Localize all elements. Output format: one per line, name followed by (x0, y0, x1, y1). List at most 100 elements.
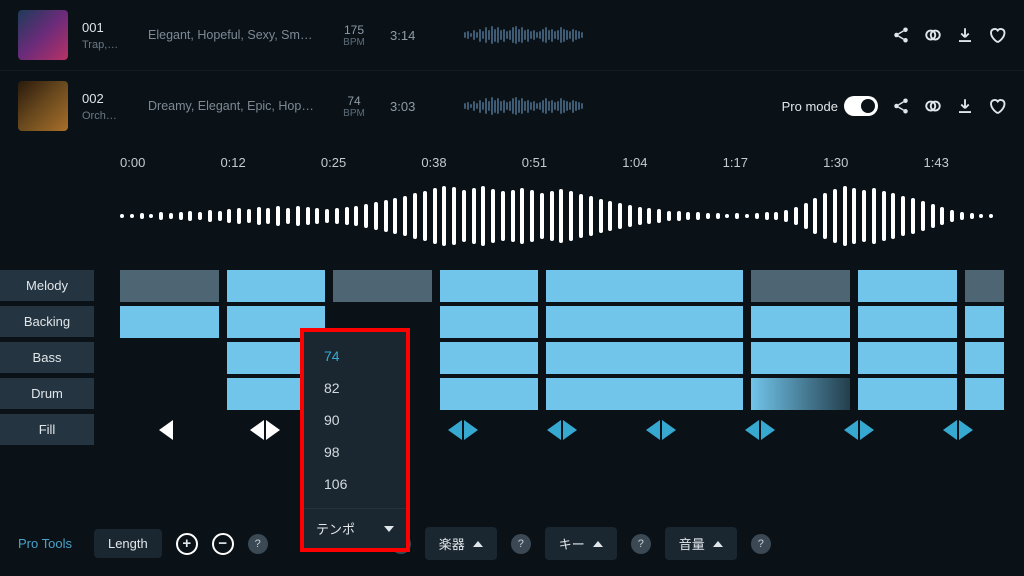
pro-tools-toolbar: Pro Tools Length + − ? テンポ ? 楽器 ? キー ? 音… (0, 527, 1024, 560)
help-icon[interactable]: ? (751, 534, 771, 554)
toolbar-title: Pro Tools (18, 536, 72, 551)
fill-marker[interactable] (614, 420, 709, 440)
clip[interactable] (965, 270, 1004, 302)
track-number: 002 (82, 91, 134, 106)
track-bpm: 175 BPM (332, 23, 376, 48)
ruler-tick: 1:43 (924, 155, 1024, 170)
lane-melody: Melody (0, 268, 1024, 304)
clip[interactable] (440, 342, 539, 374)
clip[interactable] (751, 342, 850, 374)
help-icon[interactable]: ? (631, 534, 651, 554)
clip[interactable] (333, 270, 432, 302)
track-genre: Orch… (82, 110, 134, 122)
ruler-tick: 1:04 (622, 155, 722, 170)
clip[interactable] (858, 342, 957, 374)
clip[interactable] (546, 378, 743, 410)
track-meta: 001 Trap,… (82, 20, 134, 51)
clip[interactable] (440, 306, 539, 338)
ruler-tick: 0:51 (522, 155, 622, 170)
fill-marker[interactable] (415, 420, 510, 440)
tempo-dropdown-label[interactable]: テンポ (304, 508, 406, 548)
clip[interactable] (965, 306, 1004, 338)
clip[interactable] (120, 270, 219, 302)
track-row[interactable]: 002 Orch… Dreamy, Elegant, Epic, Hopef… … (0, 70, 1024, 141)
track-artwork (18, 10, 68, 60)
fill-marker[interactable] (118, 420, 213, 440)
lane-label: Melody (0, 270, 94, 302)
fill-marker[interactable] (217, 420, 312, 440)
track-actions: Pro mode (782, 96, 1006, 116)
lane-label: Bass (0, 342, 94, 374)
ruler-tick: 1:30 (823, 155, 923, 170)
remove-button[interactable]: − (212, 533, 234, 555)
timeline-ruler[interactable]: 0:000:120:250:380:511:041:171:301:43 (0, 141, 1024, 184)
ruler-tick: 1:17 (723, 155, 823, 170)
arrangement-grid: Melody Backing Bass Drum (0, 248, 1024, 448)
similar-icon[interactable] (924, 97, 942, 115)
help-icon[interactable]: ? (248, 534, 268, 554)
key-control[interactable]: キー (545, 527, 617, 560)
tempo-option[interactable]: 98 (304, 436, 406, 468)
fill-marker[interactable] (911, 420, 1006, 440)
fill-marker[interactable] (713, 420, 808, 440)
clip[interactable] (440, 270, 539, 302)
clip[interactable] (965, 378, 1004, 410)
download-icon[interactable] (956, 97, 974, 115)
clip[interactable] (965, 342, 1004, 374)
track-artwork (18, 81, 68, 131)
share-icon[interactable] (892, 26, 910, 44)
track-meta: 002 Orch… (82, 91, 134, 122)
clip[interactable] (546, 270, 743, 302)
volume-control[interactable]: 音量 (665, 527, 737, 560)
clip[interactable] (858, 306, 957, 338)
mini-waveform[interactable] (464, 20, 858, 50)
tempo-option[interactable]: 82 (304, 372, 406, 404)
mini-waveform[interactable] (464, 91, 748, 121)
clip[interactable] (546, 342, 743, 374)
track-genre: Trap,… (82, 39, 134, 51)
help-icon[interactable]: ? (511, 534, 531, 554)
clip[interactable] (546, 306, 743, 338)
tempo-dropdown[interactable]: 74829098106 テンポ (300, 328, 410, 552)
pro-mode-toggle[interactable]: Pro mode (782, 96, 878, 116)
track-duration: 3:03 (390, 99, 430, 114)
instrument-control[interactable]: 楽器 (425, 527, 497, 560)
ruler-tick: 0:00 (120, 155, 220, 170)
toggle-switch[interactable] (844, 96, 878, 116)
track-bpm: 74 BPM (332, 94, 376, 119)
lane-fill: Fill (0, 412, 1024, 448)
download-icon[interactable] (956, 26, 974, 44)
track-actions (892, 26, 1006, 44)
fill-marker[interactable] (514, 420, 609, 440)
clip[interactable] (440, 378, 539, 410)
track-number: 001 (82, 20, 134, 35)
add-button[interactable]: + (176, 533, 198, 555)
chevron-up-icon (593, 541, 603, 547)
favorite-icon[interactable] (988, 97, 1006, 115)
similar-icon[interactable] (924, 26, 942, 44)
big-waveform[interactable] (0, 184, 1024, 248)
lane-backing: Backing (0, 304, 1024, 340)
clip[interactable] (751, 378, 850, 410)
clip[interactable] (751, 270, 850, 302)
tempo-option[interactable]: 106 (304, 468, 406, 500)
chevron-up-icon (473, 541, 483, 547)
clip[interactable] (227, 270, 326, 302)
lane-label: Backing (0, 306, 94, 338)
lane-bass: Bass (0, 340, 1024, 376)
lane-label: Drum (0, 378, 94, 410)
ruler-tick: 0:38 (421, 155, 521, 170)
track-row[interactable]: 001 Trap,… Elegant, Hopeful, Sexy, Smoot… (0, 0, 1024, 70)
clip[interactable] (751, 306, 850, 338)
length-control[interactable]: Length (94, 529, 162, 558)
favorite-icon[interactable] (988, 26, 1006, 44)
share-icon[interactable] (892, 97, 910, 115)
fill-marker[interactable] (812, 420, 907, 440)
tempo-option[interactable]: 90 (304, 404, 406, 436)
clip[interactable] (120, 306, 219, 338)
clip[interactable] (858, 270, 957, 302)
clip[interactable] (120, 342, 219, 374)
clip[interactable] (858, 378, 957, 410)
tempo-option[interactable]: 74 (304, 340, 406, 372)
clip[interactable] (120, 378, 219, 410)
